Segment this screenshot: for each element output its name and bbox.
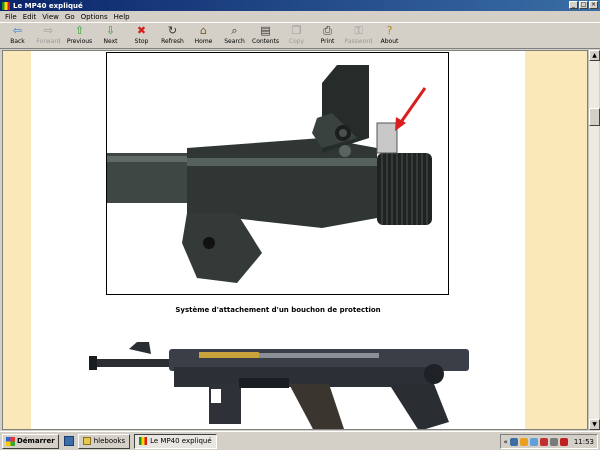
toolbar-label: Forward [36, 38, 61, 45]
windows-logo-icon [6, 436, 15, 446]
toolbar-label: Print [320, 38, 335, 45]
volume-icon[interactable] [529, 437, 538, 446]
password-button[interactable]: ⚿ Password [343, 23, 374, 49]
mp40-illustration [89, 342, 469, 429]
red-arrow [397, 87, 427, 126]
home-icon: ⌂ [200, 24, 207, 37]
toolbar-label: Next [103, 38, 118, 45]
up-arrow-icon: ⇧ [74, 24, 85, 37]
toolbar-label: Search [224, 38, 245, 45]
refresh-button[interactable]: ↻ Refresh [157, 23, 188, 49]
home-button[interactable]: ⌂ Home [188, 23, 219, 49]
vertical-scrollbar[interactable]: ▲ ▼ [588, 50, 600, 430]
document-viewport: Système d'attachement d'un bouchon de pr… [2, 50, 588, 430]
stop-icon: ✖ [136, 24, 147, 37]
forward-button[interactable]: ⇨ Forward [33, 23, 64, 49]
toolbar-label: About [380, 38, 399, 45]
clock: 11:53 [573, 437, 594, 446]
scroll-thumb[interactable] [589, 108, 600, 126]
document-page: Système d'attachement d'un bouchon de pr… [31, 51, 525, 429]
menu-view[interactable]: View [39, 13, 62, 21]
menu-edit[interactable]: Edit [20, 13, 40, 21]
shield-icon[interactable] [559, 437, 568, 446]
copy-button[interactable]: ❐ Copy [281, 23, 312, 49]
network-icon[interactable] [509, 437, 518, 446]
system-tray: « 11:53 [499, 434, 598, 449]
menu-options[interactable]: Options [78, 13, 111, 21]
stop-button[interactable]: ✖ Stop [126, 23, 157, 49]
back-button[interactable]: ⇦ Back [2, 23, 33, 49]
menu-bar: File Edit View Go Options Help [0, 11, 600, 22]
app-icon [139, 437, 148, 445]
security-icon[interactable] [539, 437, 548, 446]
app-icon [2, 1, 10, 10]
toolbar: ⇦ Back ⇨ Forward ⇧ Previous ⇩ Next ✖ Stop ↻ Refresh… [0, 22, 600, 49]
toolbar-label: Password [344, 38, 373, 45]
print-icon: ⎙ [323, 24, 332, 37]
task-label: Le MP40 expliqué [150, 437, 212, 445]
refresh-icon: ↻ [167, 24, 178, 37]
window-title: Le MP40 expliqué [13, 1, 83, 10]
search-icon: ⌕ [231, 24, 238, 37]
toolbar-label: Home [194, 38, 213, 45]
contents-icon: ▤ [260, 24, 271, 37]
title-bar: Le MP40 expliqué _ □ × [0, 0, 600, 11]
contents-button[interactable]: ▤ Contents [250, 23, 281, 49]
toolbar-label: Copy [288, 38, 305, 45]
task-le-mp40[interactable]: Le MP40 expliqué [134, 433, 217, 449]
toolbar-label: Stop [134, 38, 149, 45]
password-icon: ⚿ [354, 24, 363, 37]
scroll-down-button[interactable]: ▼ [589, 419, 600, 430]
quick-launch-icon[interactable] [63, 436, 74, 446]
start-label: Démarrer [17, 437, 55, 445]
task-label: hlebooks [93, 437, 126, 445]
antivirus-icon[interactable] [519, 437, 528, 446]
back-arrow-icon: ⇦ [12, 24, 23, 37]
maximize-button[interactable]: □ [579, 1, 588, 9]
photo-caption: Système d'attachement d'un bouchon de pr… [175, 306, 381, 314]
search-button[interactable]: ⌕ Search [219, 23, 250, 49]
next-button[interactable]: ⇩ Next [95, 23, 126, 49]
menu-go[interactable]: Go [62, 13, 78, 21]
tray-expand-button[interactable]: « [504, 438, 508, 446]
muzzle-photo-drawing [107, 65, 432, 283]
down-arrow-icon: ⇩ [105, 24, 116, 37]
muzzle-photo [106, 52, 449, 295]
close-button[interactable]: × [589, 1, 598, 9]
menu-help[interactable]: Help [111, 13, 133, 21]
toolbar-label: Refresh [161, 38, 184, 45]
toolbar-label: Back [10, 38, 25, 45]
scroll-up-button[interactable]: ▲ [589, 50, 600, 61]
about-button[interactable]: ? About [374, 23, 405, 49]
folder-icon [82, 437, 91, 445]
menu-file[interactable]: File [2, 13, 20, 21]
about-icon: ? [386, 24, 393, 37]
window-controls: _ □ × [569, 1, 598, 9]
print-button[interactable]: ⎙ Print [312, 23, 343, 49]
copy-icon: ❐ [291, 24, 302, 37]
taskbar: Démarrer hlebooks Le MP40 expliqué « 11:… [0, 431, 600, 450]
forward-arrow-icon: ⇨ [43, 24, 54, 37]
minimize-button[interactable]: _ [569, 1, 578, 9]
printer-tray-icon[interactable] [549, 437, 558, 446]
toolbar-label: Previous [66, 38, 93, 45]
previous-button[interactable]: ⇧ Previous [64, 23, 95, 49]
task-hlebooks[interactable]: hlebooks [77, 433, 131, 449]
toolbar-label: Contents [252, 38, 279, 45]
start-button[interactable]: Démarrer [2, 433, 59, 449]
